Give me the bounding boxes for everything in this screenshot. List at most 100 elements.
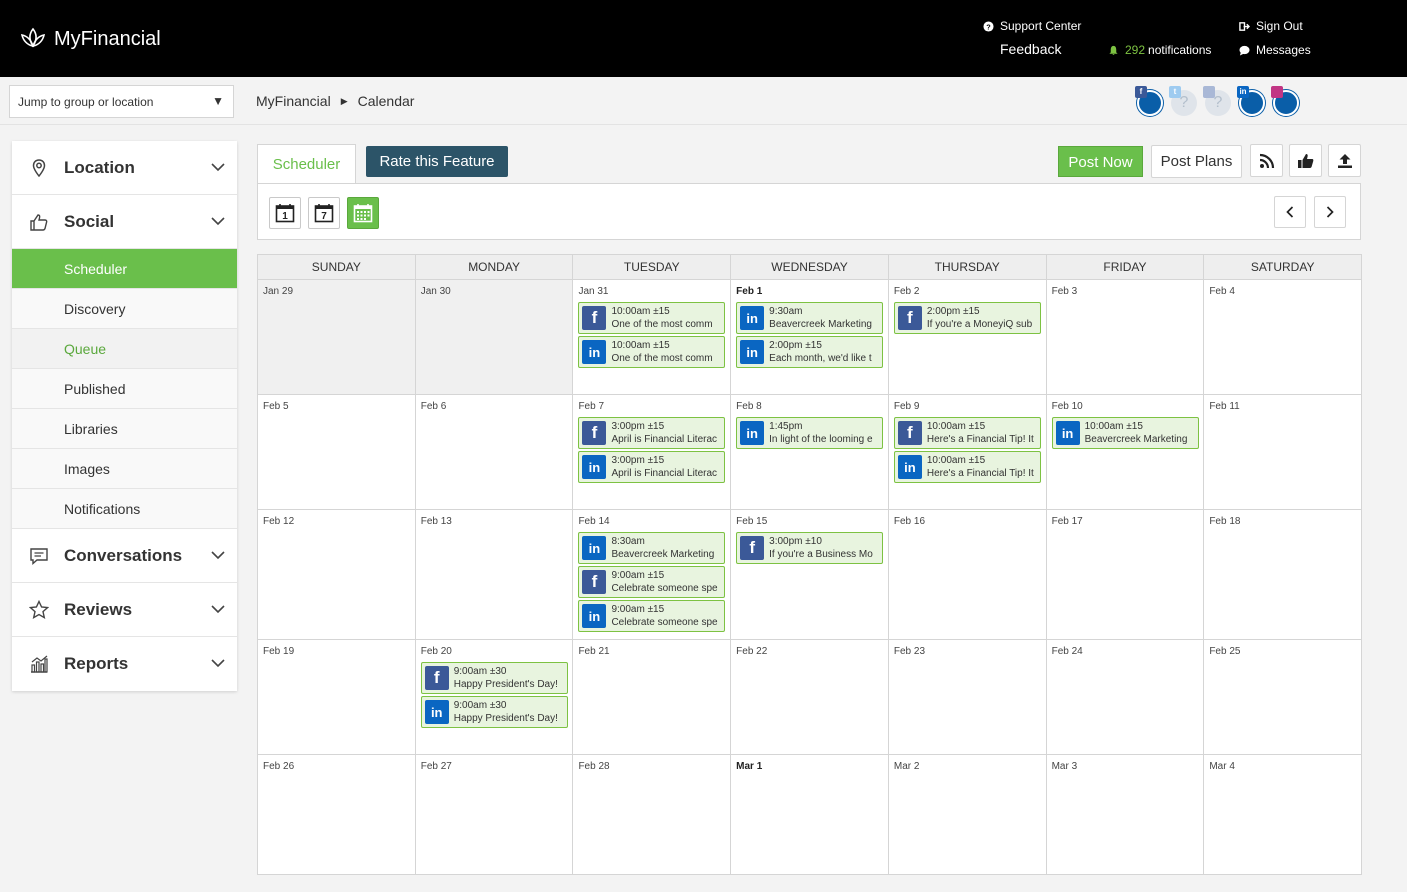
calendar-day-cell[interactable]: Feb 5 (258, 395, 416, 509)
scheduled-post[interactable]: in 9:00am ±30 Happy President's Day! (420, 696, 568, 728)
scheduled-post[interactable]: in 10:00am ±15 Beavercreek Marketing (1051, 417, 1199, 449)
rss-feed-button[interactable] (1250, 144, 1283, 177)
messages-link[interactable]: Messages (1239, 43, 1311, 57)
calendar-day-cell[interactable]: Feb 19 (258, 640, 416, 754)
brand[interactable]: MyFinancial (18, 26, 161, 52)
scheduled-post[interactable]: f 10:00am ±15 Here's a Financial Tip! It (893, 417, 1041, 449)
sidebar-section-social[interactable]: Social (12, 195, 237, 249)
sidebar-item-libraries[interactable]: Libraries (12, 409, 237, 449)
calendar-day-cell[interactable]: Jan 30 (415, 280, 574, 394)
sidebar-section-label: Social (64, 211, 115, 231)
calendar-day-cell[interactable]: Feb 17 (1047, 510, 1205, 639)
scheduled-post[interactable]: in 10:00am ±15 One of the most comm (578, 336, 726, 368)
notifications-link[interactable]: 292 notifications (1108, 43, 1211, 57)
calendar-day-cell[interactable]: Feb 14 in 8:30am Beavercreek Marketing f 9:00… (573, 510, 732, 639)
calendar-day-cell[interactable]: Feb 2 f 2:00pm ±15 If you're a MoneyiQ sub (889, 280, 1047, 394)
scheduled-post[interactable]: f 9:00am ±30 Happy President's Day! (420, 662, 568, 694)
calendar-day-cell[interactable]: Mar 4 (1204, 755, 1363, 874)
calendar-day-cell[interactable]: Feb 15 f 3:00pm ±10 If you're a Business Mo (731, 510, 889, 639)
scheduled-post[interactable]: f 3:00pm ±15 April is Financial Literac (578, 417, 726, 449)
tab-scheduler[interactable]: Scheduler (257, 144, 356, 184)
support-center-link[interactable]: ? Support Center (983, 19, 1081, 33)
sidebar-section-label: Reviews (64, 599, 133, 619)
previous-month-button[interactable] (1274, 196, 1306, 228)
breadcrumb-root[interactable]: MyFinancial (256, 93, 331, 109)
calendar-day-cell[interactable]: Feb 26 (258, 755, 416, 874)
calendar-day-cell[interactable]: Mar 1 (731, 755, 889, 874)
calendar-day-cell[interactable]: Feb 4 (1204, 280, 1363, 394)
calendar-day-cell[interactable]: Feb 24 (1047, 640, 1205, 754)
instagram-profile-avatar[interactable] (1271, 86, 1301, 116)
scheduled-post[interactable]: f 3:00pm ±10 If you're a Business Mo (736, 532, 884, 564)
sidebar-item-images[interactable]: Images (12, 449, 237, 489)
calendar-day-cell[interactable]: Feb 22 (731, 640, 889, 754)
calendar-day-cell[interactable]: Feb 13 (416, 510, 574, 639)
calendar-day-cell[interactable]: Feb 25 (1204, 640, 1363, 754)
like-button[interactable] (1289, 144, 1322, 177)
linkedin-profile-avatar[interactable]: in (1237, 86, 1267, 116)
rate-feature-button[interactable]: Rate this Feature (366, 146, 508, 177)
scheduled-post[interactable]: f 9:00am ±15 Celebrate someone spe (578, 566, 726, 598)
sidebar-item-notifications[interactable]: Notifications (12, 489, 237, 529)
calendar-day-cell[interactable]: Feb 9 f 10:00am ±15 Here's a Financial Tip!… (889, 395, 1047, 509)
post-plans-button[interactable]: Post Plans (1151, 145, 1242, 178)
facebook-profile-avatar[interactable]: f (1135, 86, 1165, 116)
scheduled-post[interactable]: in 9:00am ±15 Celebrate someone spe (578, 600, 726, 632)
google-profile-avatar[interactable]: ? (1203, 86, 1233, 116)
sidebar-item-queue[interactable]: Queue (12, 329, 237, 369)
calendar-day-cell[interactable]: Mar 2 (889, 755, 1047, 874)
month-view-button[interactable] (347, 197, 379, 229)
sign-out-link[interactable]: Sign Out (1239, 19, 1303, 33)
sidebar-section-reports[interactable]: Reports (12, 637, 237, 691)
post-text: 3:00pm ±10 If you're a Business Mo (769, 535, 873, 561)
scheduled-post[interactable]: in 1:45pm In light of the looming e (736, 417, 884, 449)
next-month-button[interactable] (1314, 196, 1346, 228)
calendar-day-cell[interactable]: Feb 21 (573, 640, 732, 754)
day-view-button[interactable]: 1 (269, 197, 301, 229)
calendar-day-cell[interactable]: Feb 3 (1047, 280, 1205, 394)
sidebar-section-conversations[interactable]: Conversations (12, 529, 237, 583)
sidebar-section-location[interactable]: Location (12, 141, 237, 195)
chevron-left-icon (1286, 206, 1294, 218)
feedback-link[interactable]: Feedback (1000, 41, 1061, 57)
calendar-day-cell[interactable]: Feb 10 in 10:00am ±15 Beavercreek Marketing (1047, 395, 1205, 509)
calendar-day-cell[interactable]: Feb 18 (1204, 510, 1363, 639)
sidebar-section-reviews[interactable]: Reviews (12, 583, 237, 637)
post-now-button[interactable]: Post Now (1058, 146, 1143, 177)
calendar-day-cell[interactable]: Feb 6 (416, 395, 574, 509)
jump-to-location-select[interactable]: Jump to group or location ▼ (9, 85, 234, 118)
calendar-day-cell[interactable]: Feb 28 (573, 755, 732, 874)
calendar-day-cell[interactable]: Feb 7 f 3:00pm ±15 April is Financial Liter… (573, 395, 732, 509)
calendar-day-cell[interactable]: Feb 23 (889, 640, 1047, 754)
scheduled-post[interactable]: in 2:00pm ±15 Each month, we'd like t (736, 336, 884, 368)
day-header-thursday: Thursday (888, 255, 1047, 280)
calendar-day-cell[interactable]: Mar 3 (1047, 755, 1205, 874)
upload-button[interactable] (1328, 144, 1361, 177)
scheduled-post[interactable]: in 9:30am Beavercreek Marketing (736, 302, 884, 334)
day-date-label: Feb 9 (893, 401, 920, 412)
calendar-day-cell[interactable]: Feb 16 (889, 510, 1047, 639)
scheduled-post[interactable]: in 3:00pm ±15 April is Financial Literac (578, 451, 726, 483)
instagram-badge-icon (1271, 86, 1283, 98)
scheduled-post[interactable]: f 10:00am ±15 One of the most comm (578, 302, 726, 334)
post-time: 2:00pm ±15 (926, 306, 980, 317)
calendar-day-cell[interactable]: Feb 8 in 1:45pm In light of the looming e (731, 395, 889, 509)
calendar-day-cell[interactable]: Jan 31 f 10:00am ±15 One of the most comm in… (573, 280, 732, 394)
sidebar-item-published[interactable]: Published (12, 369, 237, 409)
calendar-day-cell[interactable]: Feb 11 (1204, 395, 1363, 509)
calendar-day-cell[interactable]: Jan 29 (258, 280, 416, 394)
calendar-day-cell[interactable]: Feb 27 (416, 755, 574, 874)
calendar-day-cell[interactable]: Feb 12 (258, 510, 416, 639)
week-view-button[interactable]: 7 (308, 197, 340, 229)
sidebar-item-discovery[interactable]: Discovery (12, 289, 237, 329)
scheduled-post[interactable]: f 2:00pm ±15 If you're a MoneyiQ sub (893, 302, 1041, 334)
day-date-label: Mar 2 (893, 761, 920, 772)
scheduled-post[interactable]: in 10:00am ±15 Here's a Financial Tip! It (893, 451, 1041, 483)
calendar-day-cell[interactable]: Feb 20 f 9:00am ±30 Happy President's Day! i… (416, 640, 574, 754)
twitter-profile-avatar[interactable]: ? t (1169, 86, 1199, 116)
day-date-label: Feb 14 (578, 516, 610, 527)
sidebar-item-scheduler[interactable]: Scheduler (12, 249, 237, 289)
day-date-label: Feb 23 (893, 646, 926, 657)
calendar-day-cell[interactable]: Feb 1 in 9:30am Beavercreek Marketing in 2:00… (731, 280, 889, 394)
scheduled-post[interactable]: in 8:30am Beavercreek Marketing (578, 532, 726, 564)
